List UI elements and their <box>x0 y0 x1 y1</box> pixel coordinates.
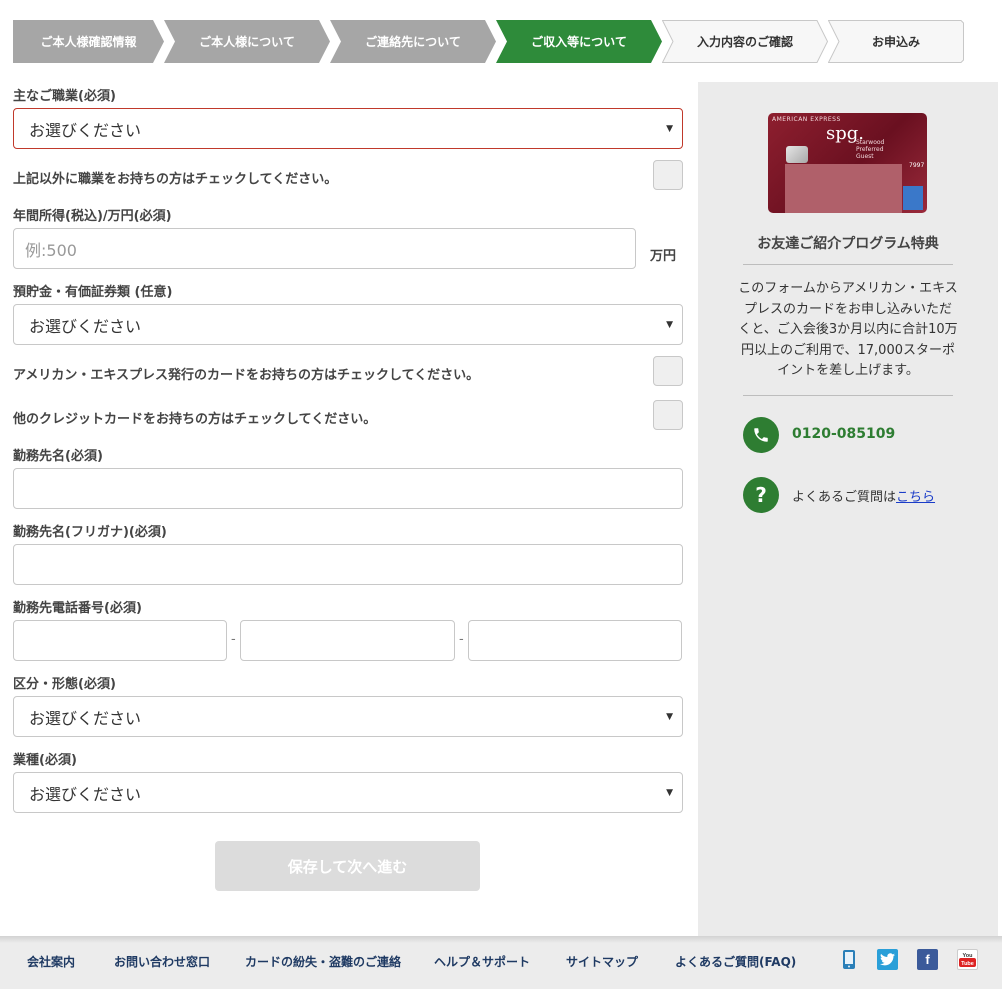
faq-prefix: よくあるご質問は <box>792 490 897 505</box>
employer-phone-part2[interactable] <box>240 620 455 661</box>
category-label: 区分・形態(必須) <box>13 677 116 692</box>
industry-select-value: お選びください <box>29 784 142 804</box>
footer-link-contact[interactable]: お問い合わせ窓口 <box>114 953 210 970</box>
step-confirm: 入力内容のご確認 <box>662 20 828 63</box>
footer: 会社案内 お問い合わせ窓口 カードの紛失・盗難のご連絡 ヘルプ＆サポート サイト… <box>0 936 1002 989</box>
step-apply: お申込み <box>828 20 964 63</box>
amex-card-checkbox[interactable] <box>653 356 683 386</box>
phone-separator: - <box>231 632 236 647</box>
chip-icon <box>786 146 808 163</box>
save-next-button[interactable]: 保存して次へ進む <box>215 841 480 891</box>
employer-kana-input[interactable] <box>13 544 683 585</box>
occupation-select-value: お選びください <box>29 120 142 140</box>
phone-separator: - <box>459 632 464 647</box>
redaction-block <box>785 164 902 213</box>
employer-input[interactable] <box>13 468 683 509</box>
footer-link-sitemap[interactable]: サイトマップ <box>566 953 638 970</box>
other-card-row: 他のクレジットカードをお持ちの方はチェックしてください。 <box>13 400 683 432</box>
income-label: 年間所得(税込)/万円(必須) <box>13 209 172 224</box>
divider <box>743 395 953 396</box>
savings-select[interactable]: お選びください ▼ <box>13 304 683 345</box>
employer-phone-label: 勤務先電話番号(必須) <box>13 601 142 616</box>
employer-phone-part3[interactable] <box>468 620 682 661</box>
mobile-icon[interactable] <box>838 949 859 970</box>
chevron-down-icon: ▼ <box>666 711 673 722</box>
chevron-down-icon: ▼ <box>666 787 673 798</box>
category-select-value: お選びください <box>29 708 142 728</box>
category-select[interactable]: お選びください ▼ <box>13 696 683 737</box>
footer-link-help[interactable]: ヘルプ＆サポート <box>434 953 530 970</box>
other-job-checkbox[interactable] <box>653 160 683 190</box>
footer-link-company[interactable]: 会社案内 <box>27 953 75 970</box>
card-number: 7997 <box>909 162 925 169</box>
chevron-down-icon: ▼ <box>666 319 673 330</box>
amex-logo-icon <box>903 186 923 210</box>
income-input[interactable]: 例:500 <box>13 228 636 269</box>
progress-stepper: ご本人様確認情報 ご本人様について ご連絡先について ご収入等について 入力内容… <box>13 20 964 63</box>
svg-text:You: You <box>963 953 973 959</box>
step-identity-check: ご本人様確認情報 <box>13 20 164 63</box>
step-about-you: ご本人様について <box>164 20 330 63</box>
card-brand: AMERICAN EXPRESS <box>772 116 841 123</box>
other-card-checkbox[interactable] <box>653 400 683 430</box>
employer-kana-label: 勤務先名(フリガナ)(必須) <box>13 525 167 540</box>
amex-card-label: アメリカン・エキスプレス発行のカードをお持ちの方はチェックしてください。 <box>13 368 480 383</box>
sidebar-text: このフォームからアメリカン・エキスプレスのカードをお申し込みいただくと、ご入会後… <box>738 281 958 378</box>
income-placeholder: 例:500 <box>25 240 77 260</box>
svg-text:Tube: Tube <box>961 961 974 967</box>
employer-phone-part1[interactable] <box>13 620 227 661</box>
faq-link[interactable]: こちら <box>896 490 935 505</box>
facebook-icon[interactable]: f <box>917 949 938 970</box>
industry-label: 業種(必須) <box>13 753 77 768</box>
sidebar-title: お友達ご紹介プログラム特典 <box>757 236 939 252</box>
twitter-icon[interactable] <box>877 949 898 970</box>
card-image: AMERICAN EXPRESS spg. Starwood Preferred G… <box>768 113 927 213</box>
income-unit: 万円 <box>650 249 677 264</box>
youtube-icon[interactable]: You Tube <box>957 949 978 970</box>
card-subtitle: Starwood Preferred Guest <box>856 139 885 160</box>
footer-link-lost-card[interactable]: カードの紛失・盗難のご連絡 <box>245 953 401 970</box>
chevron-down-icon: ▼ <box>666 123 673 134</box>
other-job-label: 上記以外に職業をお持ちの方はチェックしてください。 <box>13 172 338 187</box>
industry-select[interactable]: お選びください ▼ <box>13 772 683 813</box>
occupation-select[interactable]: お選びください ▼ <box>13 108 683 149</box>
step-income: ご収入等について <box>496 20 662 63</box>
other-job-row: 上記以外に職業をお持ちの方はチェックしてください。 <box>13 160 683 192</box>
question-icon: ? <box>743 477 779 513</box>
phone-number[interactable]: 0120-085109 <box>792 426 895 442</box>
savings-select-value: お選びください <box>29 316 142 336</box>
referral-sidebar: AMERICAN EXPRESS spg. Starwood Preferred G… <box>698 82 998 936</box>
other-card-label: 他のクレジットカードをお持ちの方はチェックしてください。 <box>13 412 377 427</box>
phone-icon <box>743 417 779 453</box>
savings-label: 預貯金・有価証券類 (任意) <box>13 285 173 300</box>
divider <box>743 264 953 265</box>
amex-card-row: アメリカン・エキスプレス発行のカードをお持ちの方はチェックしてください。 <box>13 356 683 388</box>
occupation-label: 主なご職業(必須) <box>13 89 116 104</box>
faq-text: よくあるご質問はこちら <box>792 486 935 505</box>
step-contact: ご連絡先について <box>330 20 496 63</box>
footer-link-faq[interactable]: よくあるご質問(FAQ) <box>675 953 796 970</box>
employer-label: 勤務先名(必須) <box>13 449 103 464</box>
